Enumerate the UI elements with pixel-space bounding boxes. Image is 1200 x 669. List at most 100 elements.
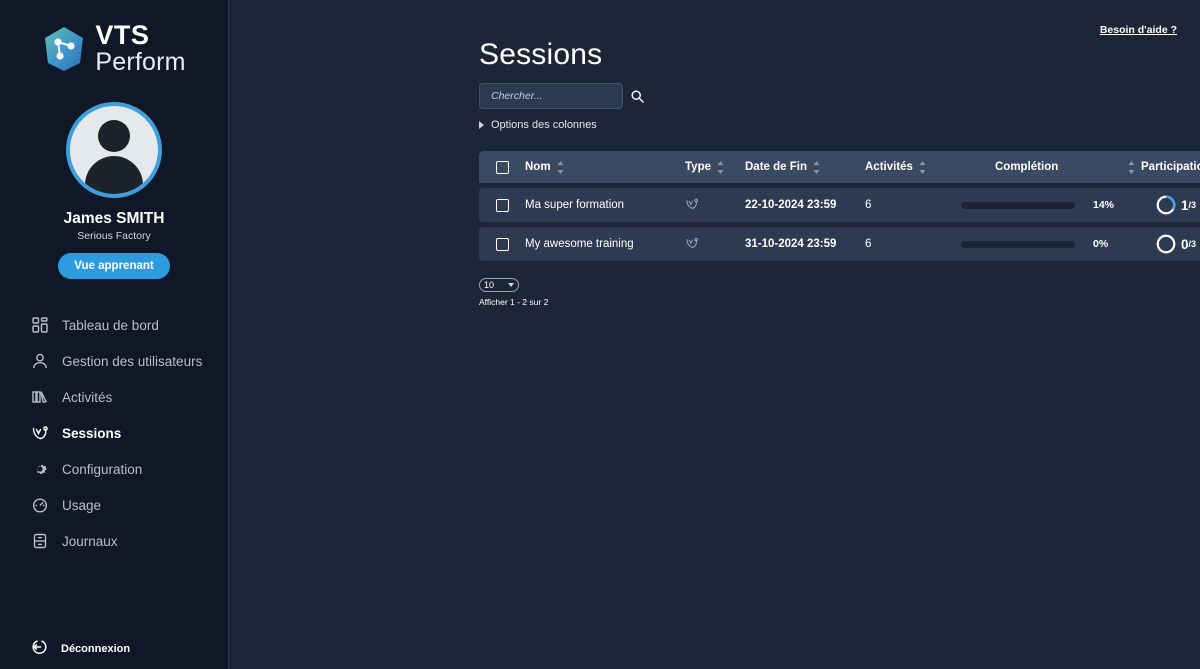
cell-completion: 0% — [961, 238, 1141, 250]
rows-per-page-value: 10 — [484, 280, 495, 290]
brand-text: VTS Perform — [95, 22, 185, 75]
cell-activites: 6 — [865, 238, 872, 250]
user-icon — [31, 352, 49, 370]
main-content: Besoin d'aide ? Sessions Ajouter une Ses… — [229, 0, 1200, 669]
cell-completion: 14% — [961, 199, 1141, 211]
session-sprout-icon — [685, 197, 699, 214]
cell-date: 31-10-2024 23:59 — [745, 238, 837, 250]
sidebar-item-journaux[interactable]: Journaux — [0, 523, 228, 559]
vts-shield-node-icon — [42, 25, 86, 73]
sidebar-item-activites[interactable]: Activités — [0, 379, 228, 415]
search-icon[interactable] — [630, 89, 645, 104]
sort-icon[interactable] — [919, 160, 926, 174]
gear-icon — [31, 460, 49, 478]
cell-activites: 6 — [865, 199, 872, 211]
table-row[interactable]: Ma super formation 22-10-2024 23:59 6 14… — [479, 188, 1200, 222]
sidebar-item-label: Usage — [62, 497, 102, 513]
cell-type — [685, 197, 745, 214]
brand-logo[interactable]: VTS Perform — [0, 0, 228, 75]
column-options-label: Options des colonnes — [491, 119, 597, 131]
column-header-label: Nom — [525, 161, 551, 173]
sidebar-item-sessions[interactable]: Sessions — [0, 415, 228, 451]
table-row[interactable]: My awesome training 31-10-2024 23:59 6 0… — [479, 227, 1200, 261]
sidebar: VTS Perform James SMITH Serious Factory … — [0, 0, 229, 669]
showing-range-label: Afficher 1 - 2 sur 2 — [479, 297, 549, 307]
sidebar-item-usage[interactable]: Usage — [0, 487, 228, 523]
participation-total: /3 — [1188, 239, 1197, 249]
page-title: Sessions — [479, 38, 603, 72]
completion-progress-bar — [961, 240, 1075, 248]
app-root: VTS Perform James SMITH Serious Factory … — [0, 0, 1200, 669]
activities-icon — [31, 388, 49, 406]
select-all-cell[interactable] — [479, 160, 525, 174]
sidebar-item-label: Sessions — [62, 425, 122, 441]
cell-date: 22-10-2024 23:59 — [745, 199, 837, 211]
sort-icon[interactable] — [813, 160, 820, 174]
sidebar-item-configuration[interactable]: Configuration — [0, 451, 228, 487]
brand-line2: Perform — [95, 48, 186, 76]
sidebar-item-label: Configuration — [62, 461, 143, 477]
toolbar: Ajouter une Session — [479, 83, 1200, 109]
sidebar-item-label: Gestion des utilisateurs — [62, 353, 203, 369]
row-select-cell[interactable] — [479, 237, 525, 251]
cell-nom: Ma super formation — [525, 199, 625, 211]
participation-donut-icon — [1155, 194, 1177, 216]
table-footer: 10 Afficher 1 - 2 sur 2 1 — [479, 275, 1200, 309]
user-avatar-icon — [98, 120, 130, 152]
sidebar-item-tableau-de-bord[interactable]: Tableau de bord — [0, 307, 228, 343]
session-sprout-icon — [685, 236, 699, 253]
participation-value: 0 — [1181, 236, 1189, 252]
avatar[interactable] — [66, 102, 162, 198]
sidebar-item-label: Activités — [62, 389, 113, 405]
completion-label: 14% — [1093, 199, 1115, 211]
column-header-label: Participation — [1141, 161, 1200, 173]
completion-progress-bar — [961, 201, 1075, 209]
sidebar-item-label: Tableau de bord — [62, 317, 159, 333]
logs-icon — [31, 532, 49, 550]
column-header-label: Type — [685, 161, 711, 173]
column-header-participation[interactable]: Participation — [1141, 161, 1200, 174]
sort-icon[interactable] — [557, 160, 564, 174]
rows-per-page-select[interactable]: 10 — [479, 278, 519, 292]
help-link[interactable]: Besoin d'aide ? — [1100, 24, 1177, 36]
cell-participation: 1 /3 — [1141, 194, 1200, 216]
session-sprout-icon — [31, 424, 49, 442]
cell-nom: My awesome training — [525, 238, 634, 250]
sidebar-item-gestion-des-utilisateurs[interactable]: Gestion des utilisateurs — [0, 343, 228, 379]
column-header-label: Date de Fin — [745, 161, 807, 173]
select-all-checkbox[interactable] — [495, 160, 509, 174]
sort-icon[interactable] — [1128, 160, 1135, 174]
logout-label: Déconnexion — [61, 642, 131, 655]
participation-total: /3 — [1188, 200, 1197, 210]
column-options-toggle[interactable]: Options des colonnes — [479, 119, 597, 131]
learner-view-button[interactable]: Vue apprenant — [58, 253, 170, 279]
row-checkbox[interactable] — [495, 237, 509, 251]
brand-line1: VTS — [95, 20, 150, 50]
column-header-completion[interactable]: Complétion — [961, 160, 1141, 174]
column-header-type[interactable]: Type — [685, 160, 745, 174]
caret-right-icon — [479, 121, 484, 129]
sort-icon[interactable] — [717, 160, 724, 174]
cell-participation: 0 /3 — [1141, 233, 1200, 255]
sidebar-nav: Tableau de bord Gestion des utilisateurs — [0, 307, 228, 559]
profile-org: Serious Factory — [77, 230, 151, 242]
column-header-label: Complétion — [995, 161, 1059, 173]
gauge-icon — [31, 496, 49, 514]
sidebar-item-label: Journaux — [62, 533, 118, 549]
logout-icon — [31, 638, 49, 659]
participation-donut-icon — [1155, 233, 1177, 255]
dashboard-icon — [31, 316, 49, 334]
search-input[interactable] — [489, 89, 630, 103]
column-header-nom[interactable]: Nom — [525, 160, 685, 174]
completion-label: 0% — [1093, 238, 1109, 250]
user-avatar-body — [85, 156, 143, 194]
cell-type — [685, 236, 745, 253]
search-box[interactable] — [479, 83, 644, 109]
row-checkbox[interactable] — [495, 198, 509, 212]
column-header-date-de-fin[interactable]: Date de Fin — [745, 160, 865, 174]
logout-button[interactable]: Déconnexion — [31, 638, 130, 659]
participation-value: 1 — [1181, 197, 1189, 213]
column-header-activites[interactable]: Activités — [865, 160, 961, 174]
row-select-cell[interactable] — [479, 198, 525, 212]
sessions-table: Nom Type Date de Fin Activités Complétio… — [479, 151, 1200, 261]
